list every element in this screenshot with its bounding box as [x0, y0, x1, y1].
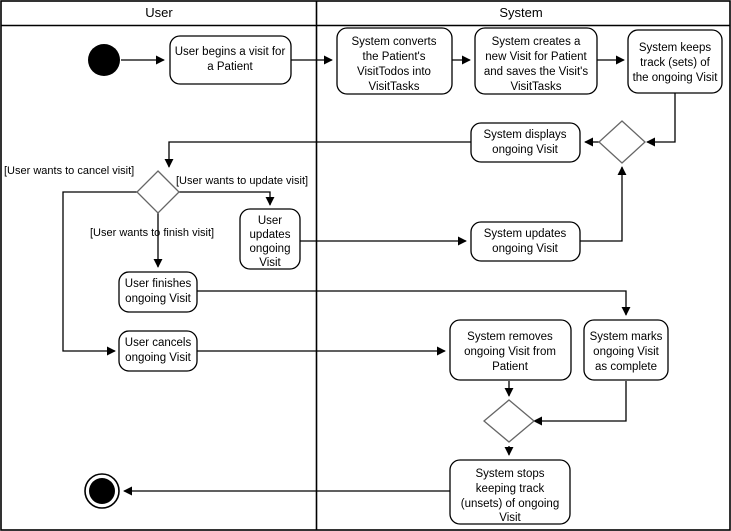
action-label-line: updates — [250, 229, 291, 241]
action-label-line: the ongoing Visit — [633, 72, 719, 84]
action-label-line: VisitTodos into — [357, 66, 431, 78]
guard-label-finish: [User wants to finish visit] — [90, 227, 214, 239]
action-label-line: ongoing Visit — [492, 144, 558, 156]
action-label-line: System marks — [590, 331, 663, 343]
action-label-line: track (sets) of — [640, 57, 710, 69]
action-label-line: ongoing — [250, 243, 291, 255]
action-system-keeps-track: System keeps track (sets) of the ongoing… — [627, 29, 723, 94]
action-system-marks: System marks ongoing Visit as complete — [583, 319, 669, 381]
flow-user-finishes-to-system-marks — [196, 290, 631, 316]
action-label-line: System displays — [483, 129, 566, 141]
diagram-svg: User System User begins a visit for a Pa… — [0, 0, 731, 531]
action-label-line: User — [258, 215, 282, 227]
flow-system-marks-to-merge-bottom — [533, 381, 627, 426]
action-user-cancels: User cancels ongoing Visit — [118, 330, 198, 372]
action-label-line: ongoing Visit — [492, 243, 558, 255]
action-user-begins: User begins a visit for a Patient — [169, 35, 292, 85]
action-system-updates: System updates ongoing Visit — [470, 221, 581, 262]
action-label-line: and saves the Visit's — [484, 66, 589, 78]
action-label-line: System keeps — [639, 42, 711, 54]
action-label-line: System removes — [467, 331, 553, 343]
action-label-line: User finishes — [125, 278, 192, 290]
action-label-line: User begins a visit for — [175, 46, 286, 58]
action-label-line: ongoing Visit — [125, 293, 191, 305]
action-label-line: VisitTasks — [511, 81, 562, 93]
initial-node — [88, 44, 120, 76]
action-label-line: System creates a — [492, 36, 581, 48]
action-label-line: System stops — [475, 468, 544, 480]
action-label-line: new Visit for Patient — [485, 51, 587, 63]
action-label-line: ongoing Visit — [593, 346, 659, 358]
guard-label-update: [User wants to update visit] — [176, 175, 308, 187]
guard-label-cancel: [User wants to cancel visit] — [4, 165, 134, 177]
action-label-line: User cancels — [125, 337, 192, 349]
flow-decision-to-user-updates — [178, 191, 275, 206]
action-user-updates: User updates ongoing Visit — [239, 208, 301, 270]
action-label-line: VisitTasks — [369, 81, 420, 93]
action-user-finishes: User finishes ongoing Visit — [118, 271, 198, 313]
lane-title-user: User — [145, 5, 173, 20]
flow-decision-to-user-cancels — [62, 191, 138, 356]
merge-node-bottom — [482, 399, 536, 443]
flow-system-displays-to-decision — [164, 141, 471, 168]
final-node-core — [89, 478, 115, 504]
flow-system-updates-to-merge-top — [580, 166, 627, 242]
action-system-stops: System stops keeping track (unsets) of o… — [449, 459, 571, 525]
activity-diagram-canvas: User System User begins a visit for a Pa… — [0, 0, 731, 531]
action-system-displays: System displays ongoing Visit — [470, 122, 581, 163]
action-label-line: as complete — [595, 361, 657, 373]
merge-node-top — [598, 120, 646, 164]
action-label-line: System converts — [352, 36, 437, 48]
action-system-removes: System removes ongoing Visit from Patien… — [449, 319, 572, 381]
action-label-line: keeping track — [476, 483, 545, 495]
action-box — [169, 35, 292, 85]
action-system-converts: System converts the Patient's VisitTodos… — [336, 27, 453, 95]
action-system-creates: System creates a new Visit for Patient a… — [474, 27, 598, 95]
action-label-line: ongoing Visit from — [464, 346, 556, 358]
flow-system-keeps-track-to-merge-top — [646, 93, 676, 147]
action-label-line: a Patient — [207, 61, 253, 73]
lane-title-system: System — [499, 5, 542, 20]
action-label-line: the Patient's — [363, 51, 426, 63]
decision-node — [136, 170, 180, 214]
action-label-line: System updates — [484, 228, 567, 240]
action-label-line: (unsets) of ongoing — [461, 498, 559, 510]
action-label-line: Patient — [492, 361, 529, 373]
final-node — [84, 473, 120, 509]
action-label-line: ongoing Visit — [125, 352, 191, 364]
action-label-line: Visit — [259, 257, 281, 269]
action-label-line: Visit — [499, 512, 521, 524]
